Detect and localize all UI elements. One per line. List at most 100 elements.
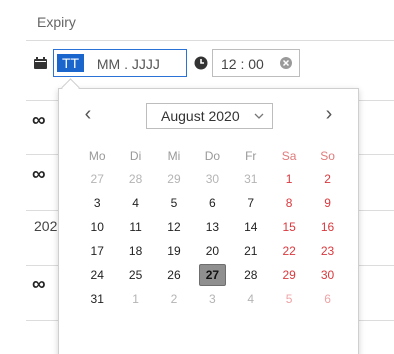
weekday-header-row: Mo Di Mi Do Fr Sa So [78, 144, 347, 168]
calendar-day-label: 27 [205, 268, 220, 282]
calendar-day-label: 5 [170, 196, 178, 210]
calendar-day-label: 9 [324, 196, 331, 210]
calendar-day-label: 15 [282, 220, 296, 234]
calendar-day[interactable]: 3 [78, 192, 116, 216]
calendar-day[interactable]: 18 [116, 240, 154, 264]
calendar-day[interactable]: 15 [270, 216, 308, 240]
weekday-header: Di [129, 149, 142, 163]
next-month-button[interactable]: › [321, 104, 337, 124]
calendar-day[interactable]: 13 [193, 216, 231, 240]
calendar-day[interactable]: 11 [116, 216, 154, 240]
calendar-week-row: 31 1 2 3 4 5 6 [78, 288, 347, 312]
calendar-day[interactable]: 17 [78, 240, 116, 264]
calendar-day-label: 16 [320, 220, 335, 234]
row-infinity-symbol: ∞ [32, 164, 46, 185]
time-input[interactable]: 12 : 00 [212, 49, 300, 77]
calendar-day[interactable]: 9 [308, 192, 346, 216]
weekday-header: Fr [245, 149, 257, 163]
calendar-day[interactable]: 29 [270, 264, 308, 288]
calendar-day[interactable]: 4 [232, 288, 270, 312]
calendar-day-label: 6 [209, 196, 216, 210]
calendar-day-label: 21 [244, 244, 258, 258]
calendar-day[interactable]: 8 [270, 192, 308, 216]
calendar-day[interactable]: 16 [308, 216, 346, 240]
weekday-header: Sa [281, 149, 297, 163]
calendar-day-label: 20 [205, 244, 220, 258]
calendar-day-label: 3 [93, 196, 101, 210]
calendar-day[interactable]: 5 [270, 288, 308, 312]
calendar-day[interactable]: 23 [308, 240, 346, 264]
row-infinity-symbol: ∞ [32, 110, 46, 131]
calendar-day-label: 22 [282, 244, 296, 258]
time-value[interactable]: 12 : 00 [221, 55, 264, 73]
chevron-down-icon [254, 113, 264, 119]
date-day-segment[interactable]: TT [57, 54, 84, 72]
date-month-year-placeholder[interactable]: MM . JJJJ [93, 55, 160, 73]
month-select[interactable]: August 2020 [146, 103, 273, 129]
calendar-day[interactable]: 26 [155, 264, 193, 288]
calendar-day[interactable]: 19 [155, 240, 193, 264]
calendar-day-label: 29 [282, 268, 296, 282]
calendar-day-label: 6 [324, 292, 331, 306]
clear-icon[interactable] [279, 56, 293, 70]
calendar-day[interactable]: 1 [270, 168, 308, 192]
row-date-text: 202 [34, 218, 58, 234]
calendar-day[interactable]: 2 [308, 168, 346, 192]
calendar-day-label: 26 [167, 268, 181, 282]
calendar-day-label: 30 [320, 268, 335, 282]
calendar-day[interactable]: 6 [193, 192, 231, 216]
calendar-day[interactable]: 1 [116, 288, 154, 312]
calendar-day-label: 4 [132, 196, 139, 210]
calendar-day-label: 5 [285, 292, 293, 306]
calendar-day-label: 1 [285, 172, 293, 186]
weekday-header: So [320, 149, 335, 163]
calendar-day-selected[interactable]: 27 [193, 264, 231, 288]
calendar-day[interactable]: 27 [78, 168, 116, 192]
calendar-week-row: 24 25 26 27 28 29 30 [78, 264, 347, 288]
calendar-day[interactable]: 10 [78, 216, 116, 240]
expiry-label: Expiry [37, 14, 76, 30]
calendar-day[interactable]: 12 [155, 216, 193, 240]
calendar-day[interactable]: 7 [232, 192, 270, 216]
calendar-day[interactable]: 5 [155, 192, 193, 216]
calendar-day-label: 28 [128, 172, 143, 186]
calendar-day-label: 31 [90, 292, 104, 306]
calendar-day-label: 17 [90, 244, 104, 258]
calendar-day-label: 24 [90, 268, 104, 282]
calendar-day-label: 2 [170, 292, 178, 306]
calendar-icon [34, 57, 47, 69]
calendar-day-label: 29 [167, 172, 181, 186]
calendar-day[interactable]: 31 [232, 168, 270, 192]
calendar-day[interactable]: 20 [193, 240, 231, 264]
calendar-day[interactable]: 28 [232, 264, 270, 288]
calendar-day[interactable]: 3 [193, 288, 231, 312]
calendar-day[interactable]: 30 [193, 168, 231, 192]
prev-month-button[interactable]: ‹ [80, 104, 96, 124]
calendar-day[interactable]: 29 [155, 168, 193, 192]
calendar-day-label: 2 [324, 172, 331, 186]
calendar-week-row: 17 18 19 20 21 22 23 [78, 240, 347, 264]
calendar-day-label: 19 [167, 244, 181, 258]
date-input[interactable]: TT MM . JJJJ [53, 49, 187, 77]
row-divider [26, 40, 394, 41]
calendar-day[interactable]: 24 [78, 264, 116, 288]
calendar-day-label: 25 [128, 268, 143, 282]
calendar-day-label: 12 [167, 220, 181, 234]
calendar-day[interactable]: 28 [116, 168, 154, 192]
calendar-day-label: 31 [244, 172, 258, 186]
row-infinity-symbol: ∞ [32, 274, 46, 295]
calendar-day[interactable]: 6 [308, 288, 346, 312]
calendar-day[interactable]: 22 [270, 240, 308, 264]
calendar-day[interactable]: 21 [232, 240, 270, 264]
weekday-header: Mo [88, 149, 106, 163]
calendar-day[interactable]: 4 [116, 192, 154, 216]
calendar-day-label: 4 [247, 292, 255, 306]
calendar-day-label: 1 [132, 292, 139, 306]
calendar-day[interactable]: 14 [232, 216, 270, 240]
calendar-day[interactable]: 31 [78, 288, 116, 312]
calendar-day[interactable]: 2 [155, 288, 193, 312]
calendar-day-label: 14 [244, 220, 258, 234]
calendar-day-label: 3 [209, 292, 216, 306]
calendar-day[interactable]: 25 [116, 264, 154, 288]
calendar-day[interactable]: 30 [308, 264, 346, 288]
